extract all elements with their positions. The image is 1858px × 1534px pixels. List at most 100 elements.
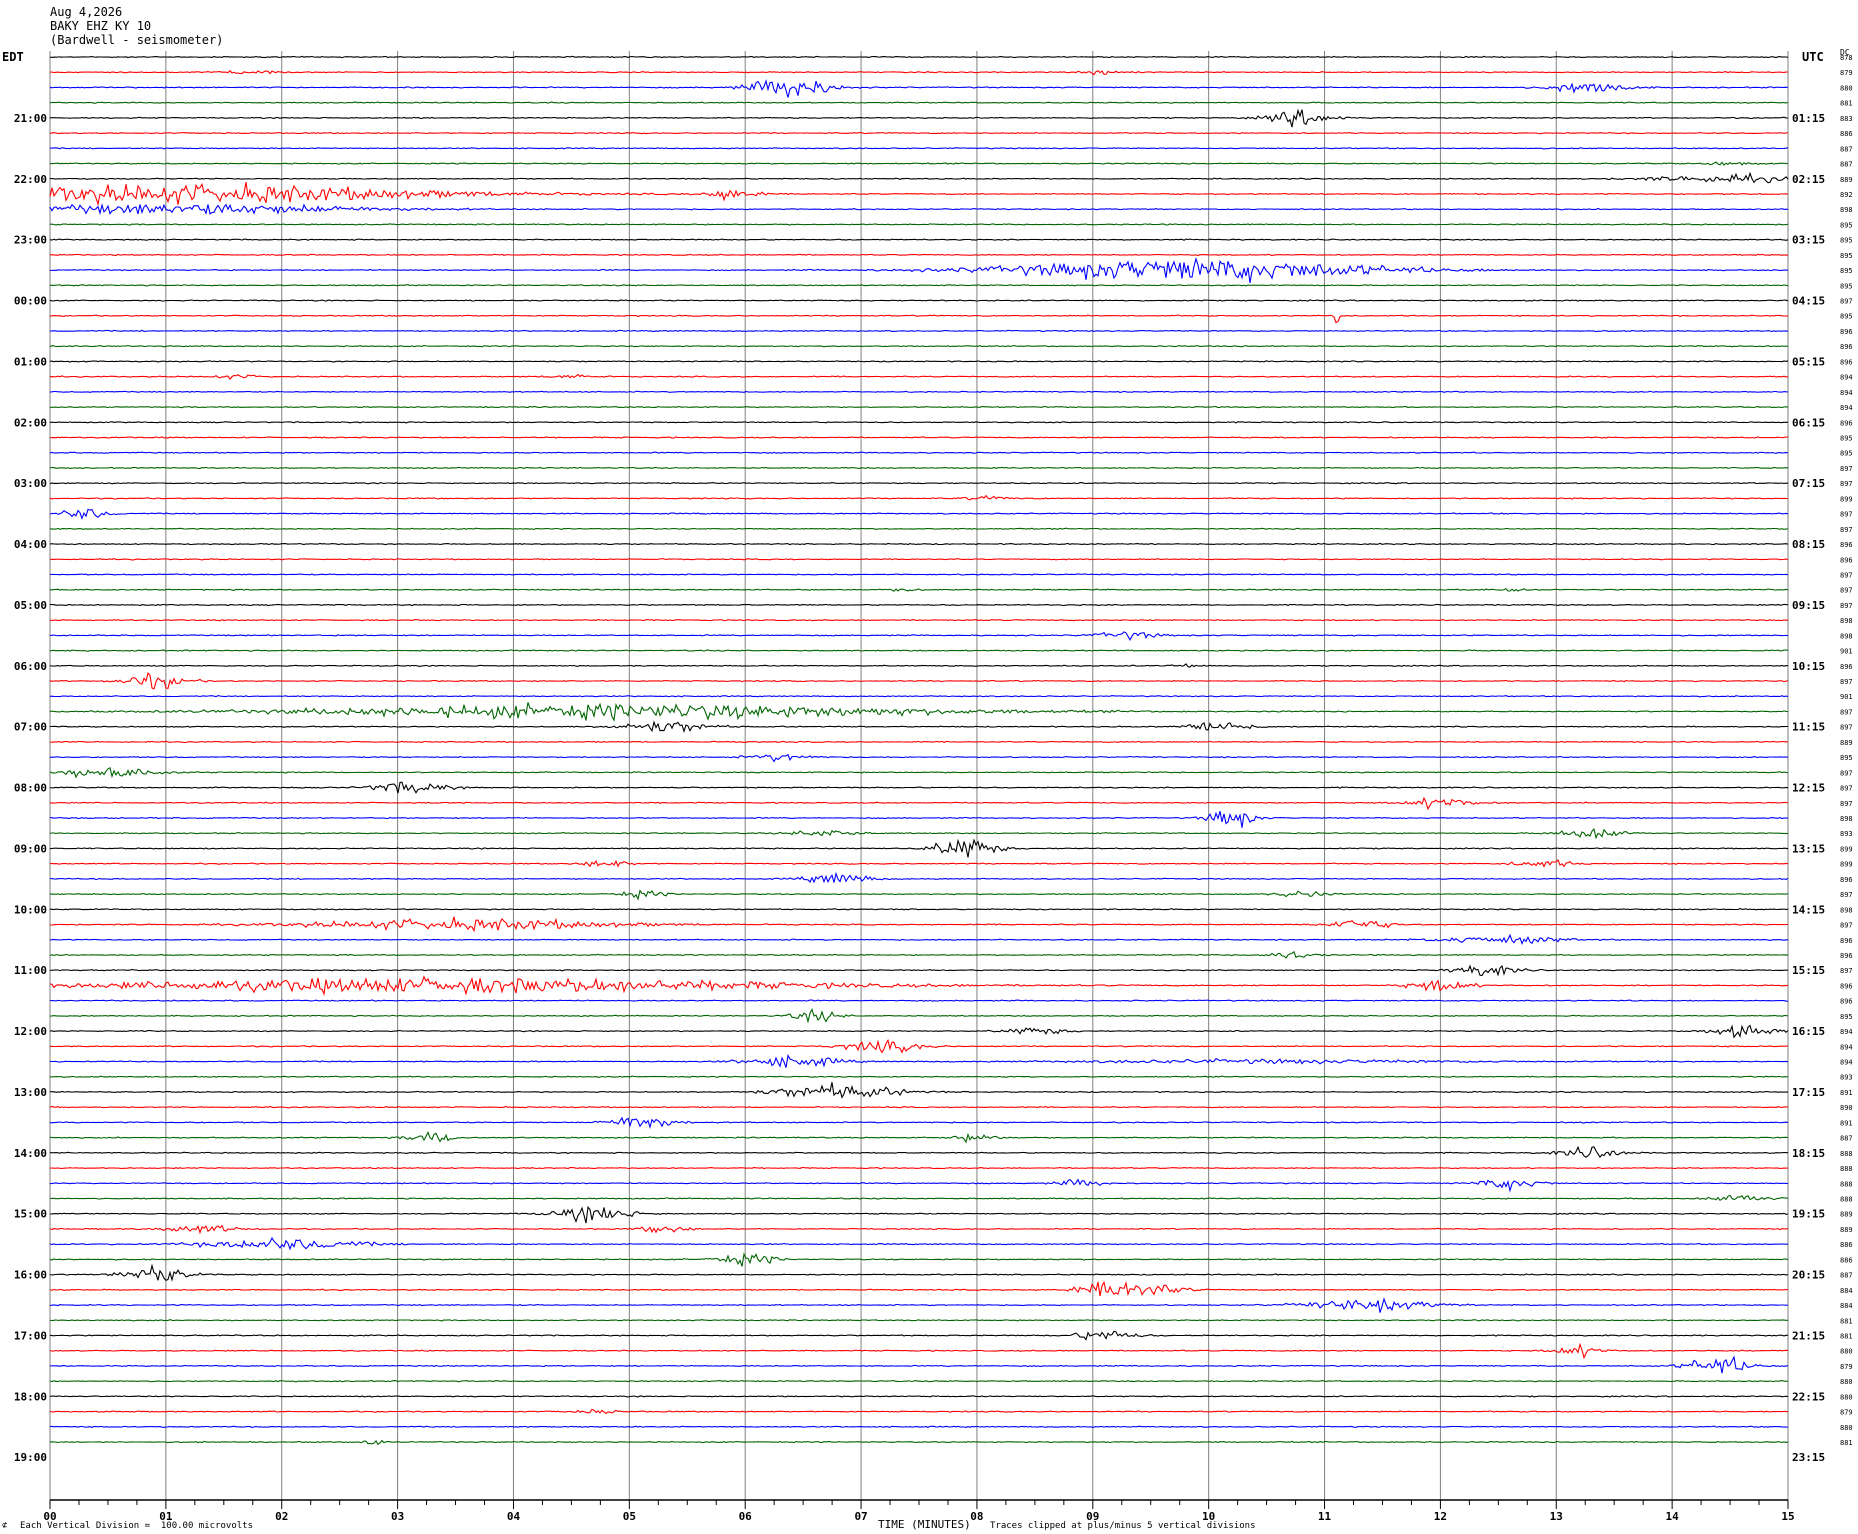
dc-offset-label: 888 <box>1840 1150 1853 1158</box>
left-hour-label: 16:00 <box>14 1269 47 1282</box>
dc-offset-label: 888 <box>1840 1180 1853 1188</box>
left-hour-label: 02:00 <box>14 416 47 429</box>
trace-line <box>49 933 1789 946</box>
dc-offset-label: 895 <box>1840 450 1853 458</box>
trace-line <box>49 573 1789 576</box>
trace-line <box>49 314 1789 324</box>
dc-offset-label: 897 <box>1840 298 1853 306</box>
trace-line <box>49 1166 1789 1170</box>
left-hour-label: 06:00 <box>14 660 47 673</box>
trace-line <box>50 720 1788 734</box>
trace-line <box>49 182 1789 207</box>
trace-line <box>49 1439 1789 1446</box>
dc-offset-label: 895 <box>1840 1013 1853 1021</box>
trace-line <box>49 360 1789 363</box>
dc-offset-label: 888 <box>1840 1196 1853 1204</box>
dc-offset-label: 880 <box>1840 1424 1853 1432</box>
dc-offset-label: 889 <box>1840 176 1853 184</box>
dc-offset-label: 897 <box>1840 785 1853 793</box>
dc-offset-label: 896 <box>1840 541 1853 549</box>
right-hour-label: 17:15 <box>1792 1086 1825 1099</box>
trace-line <box>50 1145 1789 1159</box>
dc-offset-label: 894 <box>1840 1059 1853 1067</box>
trace-line <box>49 908 1789 911</box>
dc-offset-label: 897 <box>1840 587 1853 595</box>
trace-line <box>49 1380 1789 1383</box>
trace-line <box>49 603 1789 607</box>
right-hour-label: 20:15 <box>1792 1269 1825 1282</box>
right-hour-label: 22:15 <box>1792 1390 1825 1403</box>
right-hour-label: 08:15 <box>1792 538 1825 551</box>
right-hour-label: 05:15 <box>1792 355 1825 368</box>
dc-offset-label: 897 <box>1840 465 1853 473</box>
dc-offset-label: 898 <box>1840 206 1853 214</box>
trace-line <box>49 1007 1789 1024</box>
trace-line <box>49 753 1789 763</box>
left-hour-label: 10:00 <box>14 903 47 916</box>
dc-offset-label: 894 <box>1840 404 1853 412</box>
trace-line <box>49 588 1789 592</box>
dc-offset-label: 898 <box>1840 906 1853 914</box>
dc-offset-label: 896 <box>1840 663 1853 671</box>
dc-offset-label: 896 <box>1840 937 1853 945</box>
left-hour-label: 08:00 <box>14 782 47 795</box>
dc-offset-label: 896 <box>1840 998 1853 1006</box>
trace-line <box>49 975 1789 997</box>
scale-note: Each Vertical Division = 100.00 microvol… <box>20 1521 253 1531</box>
x-tick-label: 07 <box>854 1510 867 1523</box>
dc-offset-label: 894 <box>1840 1028 1853 1036</box>
trace-line <box>49 1319 1788 1322</box>
trace-line <box>49 1024 1789 1039</box>
dc-offset-label: 880 <box>1840 1378 1853 1386</box>
dc-offset-label: 897 <box>1840 769 1853 777</box>
right-hour-label: 18:15 <box>1792 1147 1825 1160</box>
dc-offset-label: 881 <box>1840 1332 1853 1340</box>
dc-offset-label: 879 <box>1840 69 1853 77</box>
trace-line <box>49 147 1789 150</box>
dc-offset-label: 897 <box>1840 800 1853 808</box>
trace-line <box>49 796 1789 811</box>
dc-offset-label: 879 <box>1840 1363 1853 1371</box>
x-tick-label: 11 <box>1318 1510 1332 1523</box>
left-hour-label: 07:00 <box>14 721 47 734</box>
dc-offset-label: 897 <box>1840 602 1853 610</box>
dc-offset-label: 899 <box>1840 861 1853 869</box>
dc-offset-label: 881 <box>1840 1317 1853 1325</box>
trace-line <box>49 999 1789 1002</box>
trace-line <box>49 1252 1789 1267</box>
trace-line <box>49 1425 1789 1429</box>
trace-line <box>49 964 1788 977</box>
trace-line <box>49 1075 1789 1078</box>
trace-line <box>49 284 1789 287</box>
trace-line <box>50 1395 1789 1398</box>
right-hour-label: 04:15 <box>1792 295 1825 308</box>
right-hour-label: 01:15 <box>1792 112 1825 125</box>
dc-offset-label: 881 <box>1840 100 1853 108</box>
trace-line <box>49 663 1789 668</box>
trace-line <box>49 1116 1789 1129</box>
trace-line <box>49 1178 1789 1193</box>
dc-offset-label: 901 <box>1840 693 1853 701</box>
dc-offset-label: 896 <box>1840 876 1853 884</box>
right-hour-label: 10:15 <box>1792 660 1825 673</box>
right-hour-label: 16:15 <box>1792 1025 1825 1038</box>
trace-line <box>49 55 1789 59</box>
left-hour-label: 12:00 <box>14 1025 47 1038</box>
dc-offset-label: 893 <box>1840 1074 1853 1082</box>
dc-offset-label: 897 <box>1840 724 1853 732</box>
dc-offset-label: 898 <box>1840 617 1853 625</box>
trace-line <box>49 889 1789 901</box>
trace-line <box>49 859 1789 868</box>
dc-offset-label: 884 <box>1840 1302 1853 1310</box>
x-tick-label: 03 <box>391 1510 404 1523</box>
trace-line <box>49 527 1789 531</box>
left-hour-label: 22:00 <box>14 173 47 186</box>
dc-offset-label: 897 <box>1840 511 1853 519</box>
dc-offset-label: 897 <box>1840 708 1853 716</box>
x-axis-title: TIME (MINUTES) <box>878 1518 971 1531</box>
trace-line <box>49 253 1789 257</box>
trace-line <box>49 950 1789 959</box>
trace-line <box>49 702 1789 723</box>
dc-offset-label: 889 <box>1840 739 1853 747</box>
x-tick-label: 14 <box>1666 1510 1680 1523</box>
